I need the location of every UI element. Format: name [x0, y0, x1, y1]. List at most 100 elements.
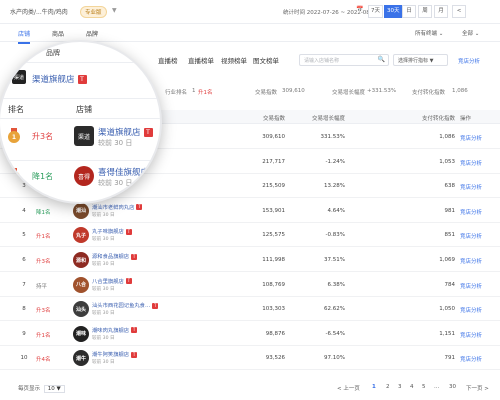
shop-compare-note: 较前 30 日: [92, 335, 115, 341]
table-row[interactable]: 6 升3名 源和 源和食品旗舰店 T 较前 30 日 111,998 37.51% 1,069 竞…: [0, 248, 500, 272]
tab-shop[interactable]: 店铺: [18, 29, 31, 44]
conversion-index: 1,151: [439, 330, 455, 337]
period-day-button[interactable]: 日: [402, 5, 416, 18]
compete-analysis-button[interactable]: 竞店分析: [460, 306, 482, 314]
compete-analysis-button[interactable]: 竞店分析: [460, 208, 482, 216]
lens-top-shop-name[interactable]: 渠道旗舰店 T: [32, 73, 87, 85]
conversion-index: 1,086: [439, 134, 455, 140]
shop-name-link[interactable]: 汕头市西花园记鱼丸食… T: [92, 301, 159, 309]
shop-search-input[interactable]: 请输入店铺名称 🔍: [299, 54, 389, 66]
compete-analysis-button[interactable]: 竞店分析: [460, 134, 482, 142]
rank-number: 8: [22, 306, 26, 313]
conversion-index: 1,069: [439, 257, 455, 263]
prev-page-button[interactable]: < 上一页: [337, 384, 360, 392]
chevron-down-icon[interactable]: ▼: [112, 7, 117, 14]
terminal-filter[interactable]: 所有终端 ⌄: [415, 29, 443, 37]
category-breadcrumb[interactable]: 水产肉类/...牛肉/鸡肉: [10, 7, 68, 16]
top-bar: 水产肉类/...牛肉/鸡肉 专业版 ▼ 统计时间 2022-07-26 ~ 20…: [0, 0, 500, 24]
shop-name-link[interactable]: 潮汕市老鲜肉丸店 T: [92, 203, 143, 211]
lens-shop-sub-1: 较前 30 日: [98, 139, 133, 147]
trade-index: 215,509: [262, 183, 285, 190]
col-conv-index[interactable]: 支付转化指数: [422, 114, 455, 122]
next-page-button[interactable]: 下一页 >: [466, 384, 489, 392]
calendar-icon[interactable]: 📅: [356, 6, 363, 13]
sort-metric-select[interactable]: 选择排行指标 ▼: [393, 54, 448, 66]
trade-growth: 62.62%: [324, 306, 345, 313]
table-row[interactable]: 5 升1名 丸子 丸子味旗舰店 T 较前 30 日 125,575 -0.83% 851 竞店分析: [0, 223, 500, 248]
lens-shop-name-1[interactable]: 渠道旗舰店 T: [98, 126, 153, 138]
page-30-button[interactable]: 30: [449, 384, 456, 390]
magnifier-lens: 品牌 渠道 渠道旗舰店 T 排名 店铺 1 升3名 渠道 渠道旗舰店 T 较前 30…: [0, 40, 162, 204]
tmall-icon: T: [125, 228, 132, 235]
summary-index-label: 交易指数: [255, 90, 278, 96]
shop-logo: 潮味: [73, 325, 89, 342]
table-row[interactable]: 10 升4名 潮牛 潮牛阿笑旗舰店 T 较前 30 日 93,526 97.10% 791 竞店分…: [0, 346, 500, 371]
trade-index: 93,526: [265, 355, 285, 362]
shop-compare-note: 较前 30 日: [92, 237, 115, 243]
compete-analysis-link[interactable]: 竞店分析: [458, 57, 480, 65]
lens-shop-sub-2: 较前 30 日: [98, 179, 133, 187]
tab-high-intent[interactable]: 直播榜: [158, 55, 178, 65]
shop-name-link[interactable]: 源和食品旗舰店 T: [92, 252, 138, 260]
tab-video-rank[interactable]: 视频榜单: [221, 55, 247, 65]
period-prev-button[interactable]: <: [452, 5, 466, 18]
trade-index: 103,303: [262, 306, 285, 313]
page-size-select[interactable]: 10 ▼: [43, 385, 65, 393]
summary-conv-value: 1,086: [452, 88, 468, 94]
compete-analysis-button[interactable]: 竞店分析: [460, 183, 482, 191]
lens-change-2: 降1名: [32, 172, 54, 181]
tab-brand[interactable]: 品牌: [86, 29, 98, 38]
shop-logo: 潮牛: [73, 350, 89, 367]
summary-rank-change: 升1名: [198, 90, 213, 96]
compete-analysis-button[interactable]: 竞店分析: [460, 282, 482, 290]
tab-product[interactable]: 商品: [52, 29, 64, 38]
compete-analysis-button[interactable]: 竞店分析: [460, 257, 482, 265]
shop-name-link[interactable]: 丸子味旗舰店 T: [92, 227, 132, 235]
table-row[interactable]: 7 持平 八合 八合里旗舰店 T 较前 30 日 108,769 6.38% 784 竞店分析: [0, 272, 500, 297]
rank-change: 持平: [36, 283, 48, 290]
search-icon[interactable]: 🔍: [378, 56, 385, 63]
trade-index: 125,575: [262, 232, 285, 239]
trade-growth: 6.38%: [327, 281, 345, 288]
col-trade-growth[interactable]: 交易增长幅度: [312, 114, 345, 122]
shop-name-link[interactable]: 潮味肉丸旗舰店 T: [92, 326, 138, 334]
trade-growth: 331.53%: [320, 134, 345, 140]
shop-logo: 汕头: [73, 301, 89, 318]
tab-live-rank[interactable]: 直播榜单: [188, 55, 214, 65]
page-3-button[interactable]: 3: [398, 384, 402, 390]
compete-analysis-button[interactable]: 竞店分析: [460, 159, 482, 167]
shop-name-link[interactable]: 八合里旗舰店 T: [92, 277, 132, 285]
shop-name-link[interactable]: 潮牛阿笑旗舰店 T: [92, 350, 138, 358]
table-row[interactable]: 9 升1名 潮味 潮味肉丸旗舰店 T 较前 30 日 98,876 -6.54% 1,151 竞店…: [0, 321, 500, 346]
col-trade-index[interactable]: 交易指数: [263, 114, 285, 122]
page-ellipsis: ...: [434, 384, 440, 390]
compete-analysis-button[interactable]: 竞店分析: [460, 355, 482, 363]
period-week-button[interactable]: 周: [418, 5, 432, 18]
tab-image-rank[interactable]: 图文榜单: [253, 55, 279, 65]
scope-filter[interactable]: 全部 ⌄: [462, 29, 479, 37]
page-2-button[interactable]: 2: [386, 384, 390, 390]
lens-col-rank: 排名: [8, 105, 24, 114]
rank-number: 7: [22, 281, 26, 288]
lens-shop-logo-2: 喜得: [74, 166, 94, 186]
lens-col-shop: 店铺: [76, 105, 92, 114]
rank-number: 9: [22, 330, 26, 337]
page-5-button[interactable]: 5: [422, 384, 426, 390]
lens-shop-name-2[interactable]: 喜得佳旗舰店 T: [98, 166, 160, 178]
page-1-button[interactable]: 1: [372, 384, 376, 390]
shop-compare-note: 较前 30 日: [92, 212, 115, 218]
rank-change: 升3名: [36, 308, 51, 315]
trade-index: 153,901: [262, 207, 285, 214]
compete-analysis-button[interactable]: 竞店分析: [460, 232, 482, 240]
shop-compare-note: 较前 30 日: [92, 360, 115, 366]
summary-rank-value: 1: [192, 88, 196, 94]
period-30d-button[interactable]: 30天: [384, 5, 403, 18]
shop-compare-note: 较前 30 日: [92, 286, 115, 292]
trade-growth: 97.10%: [324, 355, 345, 362]
period-7d-button[interactable]: 7天: [368, 5, 383, 18]
table-row[interactable]: 8 升3名 汕头 汕头市西花园记鱼丸食… T 较前 30 日 103,303 62.62% 1,…: [0, 297, 500, 322]
conversion-index: 981: [444, 207, 456, 214]
period-month-button[interactable]: 月: [434, 5, 448, 18]
compete-analysis-button[interactable]: 竞店分析: [460, 331, 482, 339]
page-4-button[interactable]: 4: [410, 384, 414, 390]
